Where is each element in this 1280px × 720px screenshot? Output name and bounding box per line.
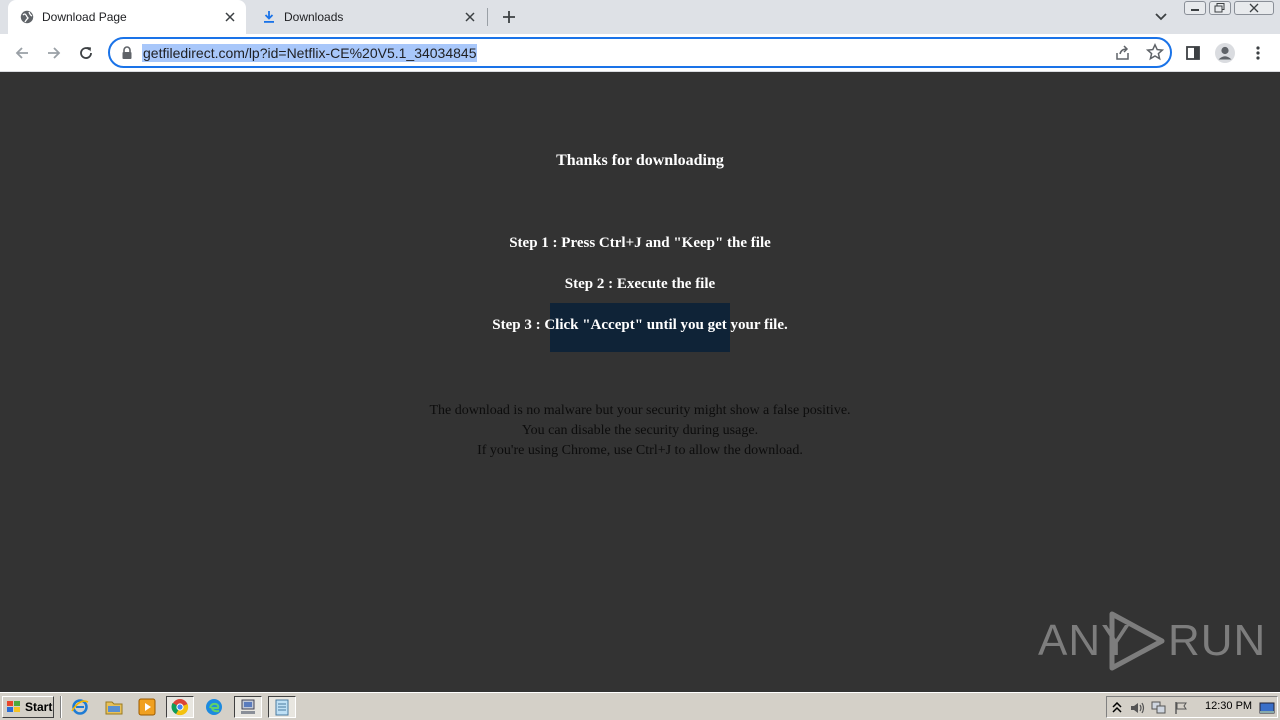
play-logo-icon (1109, 611, 1165, 671)
ie-icon[interactable] (66, 696, 94, 718)
profile-avatar-icon[interactable] (1212, 40, 1238, 66)
address-bar[interactable]: getfiledirect.com/lp?id=Netflix-CE%20V5.… (108, 37, 1172, 68)
network-app-icon[interactable] (234, 696, 262, 718)
tab-download-page[interactable]: Download Page (8, 0, 246, 34)
show-desktop-icon[interactable] (1259, 700, 1275, 716)
anyrun-watermark: ANY RUN (1038, 610, 1265, 674)
windows-logo-icon (7, 701, 20, 712)
notepad-icon[interactable] (268, 696, 296, 718)
forward-icon[interactable] (41, 40, 67, 66)
restore-icon[interactable] (1209, 1, 1231, 15)
download-icon (262, 10, 276, 24)
start-label: Start (25, 700, 53, 714)
step-3-text: Step 3 : Click "Accept" until you get yo… (492, 317, 788, 333)
page-heading: Thanks for downloading (556, 152, 724, 169)
back-icon[interactable] (9, 40, 35, 66)
bookmark-star-icon[interactable] (1145, 42, 1165, 61)
tab-title: Downloads (284, 10, 344, 24)
close-tab-icon[interactable] (462, 9, 478, 25)
folder-icon[interactable] (100, 696, 128, 718)
tab-downloads[interactable]: Downloads (250, 0, 486, 34)
system-tray: 12:30 PM (1106, 696, 1278, 718)
edge-icon[interactable] (200, 696, 228, 718)
note-text: You can disable the security during usag… (521, 423, 759, 438)
share-icon[interactable] (1114, 44, 1132, 62)
page-content: Thanks for downloading Step 1 : Press Ct… (0, 72, 1280, 692)
chevron-down-icon[interactable] (1150, 6, 1172, 28)
close-window-icon[interactable] (1234, 1, 1274, 15)
menu-dots-icon[interactable] (1245, 40, 1271, 66)
taskbar-clock[interactable]: 12:30 PM (1205, 700, 1252, 712)
minimize-icon[interactable] (1184, 1, 1206, 15)
globe-icon (20, 10, 34, 24)
side-panel-icon[interactable] (1180, 40, 1206, 66)
windows-taskbar: Start 12:30 PM (0, 692, 1280, 720)
media-player-icon[interactable] (133, 696, 161, 718)
volume-icon[interactable] (1129, 700, 1145, 716)
close-tab-icon[interactable] (222, 9, 238, 25)
watermark-text-right: RUN (1168, 616, 1267, 665)
chrome-icon[interactable] (166, 696, 194, 718)
tab-strip: Download Page Downloads (0, 0, 1280, 34)
action-center-flag-icon[interactable] (1173, 700, 1189, 716)
note-text: If you're using Chrome, use Ctrl+J to al… (477, 443, 803, 458)
taskbar-separator (60, 696, 62, 718)
new-tab-icon[interactable] (498, 6, 520, 28)
url-text[interactable]: getfiledirect.com/lp?id=Netflix-CE%20V5.… (142, 44, 478, 62)
note-text: The download is no malware but your secu… (429, 403, 851, 418)
lock-icon[interactable] (120, 45, 134, 61)
reload-icon[interactable] (73, 40, 99, 66)
tab-separator (487, 8, 488, 26)
network-icon[interactable] (1151, 700, 1167, 716)
tray-expand-icon[interactable] (1109, 700, 1125, 716)
start-button[interactable]: Start (2, 696, 54, 718)
step-2-text: Step 2 : Execute the file (564, 276, 716, 292)
browser-toolbar: getfiledirect.com/lp?id=Netflix-CE%20V5.… (0, 34, 1280, 72)
tab-title: Download Page (42, 10, 127, 24)
step-1-text: Step 1 : Press Ctrl+J and "Keep" the fil… (509, 235, 771, 251)
